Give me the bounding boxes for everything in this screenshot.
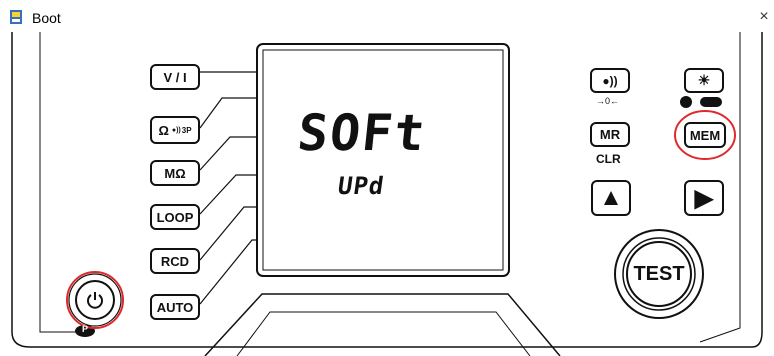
test-button-label: TEST [633,262,685,285]
device-panel: V / I Ω ●)) 3P MΩ LOOP RCD AUTO SOFt UPd… [0,32,774,356]
up-arrow-icon: ▲ [599,184,623,211]
ohm-button-label: Ω [158,122,169,138]
lcd-sub-text: UPd [336,172,387,200]
vi-button[interactable]: V / I [150,64,200,90]
beeper-button[interactable]: ●)) [590,68,630,93]
power-badge: P [81,324,88,334]
3p-label: 3P [181,125,192,135]
bluetooth-icon [680,96,692,108]
auto-button-label: AUTO [156,299,194,315]
auto-button[interactable]: AUTO [150,294,200,320]
mem-button[interactable]: MEM [684,122,726,148]
beeper-icon: ●)) [602,73,618,88]
megaohm-button[interactable]: MΩ [150,160,200,186]
mr-button-label: MR [599,127,621,142]
rcd-button[interactable]: RCD [150,248,200,274]
app-icon [10,10,22,24]
title-bar: Boot × [0,0,774,32]
right-arrow-button[interactable]: ▶ [684,180,724,216]
megaohm-button-label: MΩ [164,165,186,181]
test-button[interactable]: TEST [627,242,691,306]
close-button[interactable]: × [754,4,774,30]
beeper-small-icon: ●)) [171,126,181,134]
memory-card-icon [700,97,722,107]
vi-button-label: V / I [163,69,187,85]
rcd-button-label: RCD [160,253,190,269]
loop-button[interactable]: LOOP [150,204,200,230]
loop-button-label: LOOP [156,209,194,225]
backlight-icon: ☀ [697,72,711,88]
ohm-3p-button[interactable]: Ω ●)) 3P [150,116,200,144]
power-button[interactable] [76,281,114,319]
device-frame [11,32,763,356]
up-arrow-button[interactable]: ▲ [591,180,631,216]
lcd-main-text: SOFt [294,104,430,162]
beeper-caption: →0← [596,96,620,106]
right-arrow-icon: ▶ [694,184,714,212]
mem-button-label: MEM [689,127,721,143]
mr-button[interactable]: MR [590,122,630,147]
window-title: Boot [32,10,61,26]
clr-label: CLR [596,152,621,166]
power-icon [87,292,103,309]
backlight-button[interactable]: ☀ [684,68,724,93]
